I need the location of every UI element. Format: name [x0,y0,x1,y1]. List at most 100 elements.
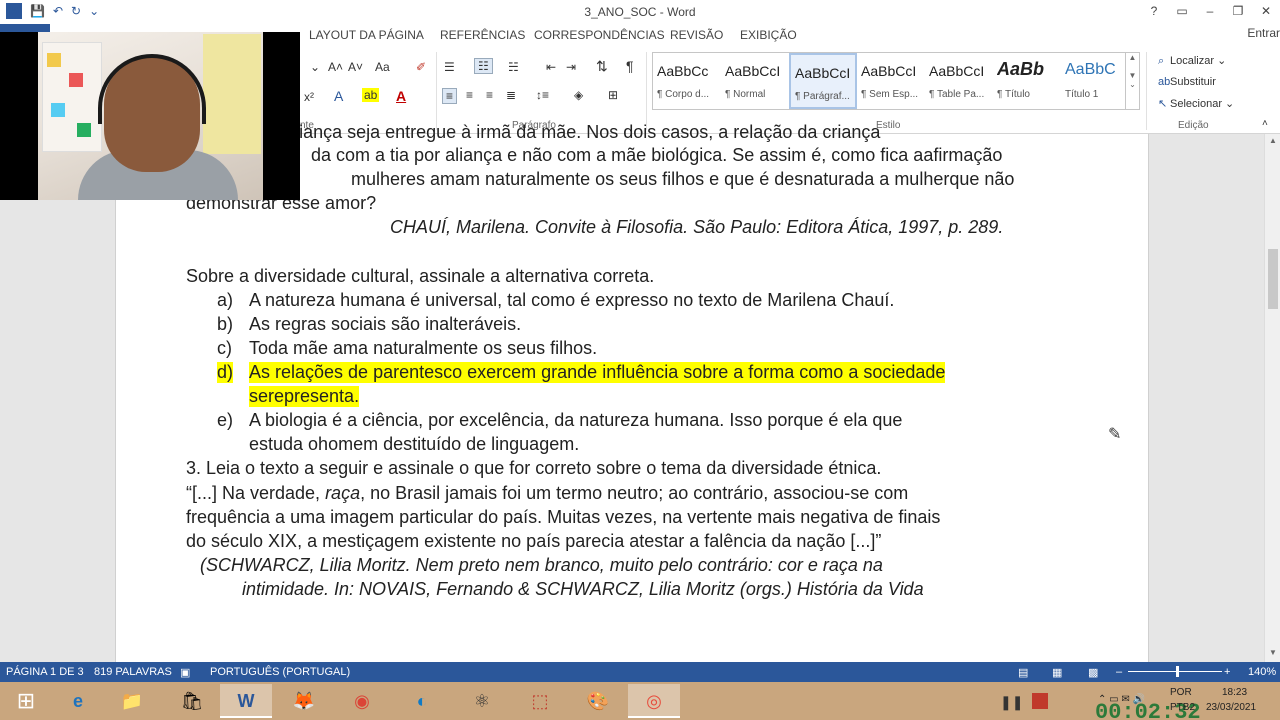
numbering-icon[interactable]: ☷ [474,58,493,74]
web-layout-icon[interactable]: ▩ [1088,666,1098,679]
increase-indent-icon[interactable]: ⇥ [566,60,576,74]
restore-button[interactable]: ❐ [1224,0,1252,22]
read-mode-icon[interactable]: ▤ [1018,666,1028,679]
pause-recording-icon[interactable]: ❚❚ [1000,694,1023,711]
edge-icon[interactable]: ◐ [396,684,448,718]
align-right-icon[interactable]: ≡ [486,88,493,102]
style-heading-1[interactable]: AaBbC Título 1 [1061,53,1129,109]
tab-view[interactable]: EXIBIÇÃO [740,28,797,42]
option-d-line2: serepresenta. [249,386,360,407]
citation: CHAUÍ, Marilena. Convite à Filosofia. Sã… [390,217,1004,237]
replace-button[interactable]: abSubstituir [1158,76,1216,88]
sort-icon[interactable]: ⇅ [596,58,608,75]
shrink-font-button[interactable]: A˅ [348,60,363,74]
recorder-icon[interactable]: ◎ [628,684,680,718]
atom-app-icon[interactable]: ⚛ [456,684,508,718]
shading-icon[interactable]: ◈ [574,88,583,102]
style-table-paragraph[interactable]: AaBbCcI ¶ Table Pa... [925,53,993,109]
borders-icon[interactable]: ⊞ [608,88,618,102]
cursor-icon: ↖ [1158,98,1168,110]
reference-line-2: intimidade. In: NOVAIS, Fernando & SCHWA… [242,579,924,599]
word-taskbar-icon[interactable]: W [220,684,272,718]
style-no-spacing[interactable]: AaBbCcI ¶ Sem Esp... [857,53,925,109]
zoom-slider-thumb[interactable] [1176,666,1179,677]
styles-gallery: AaBbCc ¶ Corpo d... AaBbCcI ¶ Normal AaB… [652,52,1140,110]
line-spacing-icon[interactable]: ↕≡ [536,88,549,102]
quote-line-2: frequência a uma imagem particular do pa… [186,507,941,527]
scroll-thumb[interactable] [1268,249,1278,309]
tab-mailings[interactable]: CORRESPONDÊNCIAS [534,28,665,42]
title-bar: W 💾 ↶ ↻ ⌄ 3_ANO_SOC - Word ? ▭ – ❐ ✕ [0,0,1280,24]
style-body-text[interactable]: AaBbCc ¶ Corpo d... [653,53,721,109]
option-e-line1: A biologia é a ciência, por excelência, … [249,410,903,430]
justify-icon[interactable]: ≣ [506,88,516,102]
question-text: Sobre a diversidade cultural, assinale a… [186,266,655,286]
vertical-scrollbar[interactable]: ▲ ▼ [1264,134,1280,662]
paint-icon[interactable]: 🎨 [572,684,624,718]
file-explorer-icon[interactable]: 📁 [106,684,158,718]
input-language[interactable]: POR [1170,687,1192,698]
help-button[interactable]: ? [1140,0,1168,22]
superscript-button[interactable]: x² [304,90,314,104]
edit-group-label: Edição [1178,120,1209,131]
internet-explorer-icon[interactable]: e [52,684,104,718]
keyboard-layout[interactable]: PTB2 [1170,702,1195,713]
document-page[interactable]: exige que a criança seja entregue à irmã… [115,122,1149,662]
zoom-level[interactable]: 140% [1248,666,1276,678]
styles-scroll[interactable]: ▲ ▼ ⌄ [1125,53,1139,109]
tab-page-layout[interactable]: LAYOUT DA PÁGINA [309,28,424,42]
bullets-icon[interactable]: ☰ [444,60,455,74]
print-layout-icon[interactable]: ▦ [1052,666,1062,679]
close-button[interactable]: ✕ [1252,0,1280,22]
clock-date[interactable]: 23/03/2021 [1206,702,1256,713]
text-effects-button[interactable]: A [334,88,343,104]
font-color-button[interactable]: A [396,88,406,104]
tab-review[interactable]: REVISÃO [670,28,723,42]
firefox-icon[interactable]: 🦊 [278,684,330,718]
scroll-up-icon[interactable]: ▲ [1265,136,1280,145]
stop-recording-icon[interactable] [1032,693,1048,709]
chrome-icon[interactable]: ◉ [336,684,388,718]
start-button[interactable]: ⊞ [0,684,52,718]
zoom-out-button[interactable]: – [1116,666,1122,678]
app-icon[interactable]: ⬚ [514,684,566,718]
status-bar: PÁGINA 1 DE 3 819 PALAVRAS ▣ PORTUGUÊS (… [0,662,1280,682]
tray-icons[interactable]: ⌃ ▭ ✉ 🔊 [1098,694,1145,705]
select-button[interactable]: ↖ Selecionar ⌄ [1158,97,1234,110]
option-letter: e) [217,410,234,430]
style-title[interactable]: AaBb ¶ Título [993,53,1061,109]
find-button[interactable]: ⌕ Localizar ⌄ [1158,54,1226,68]
clear-format-icon[interactable]: ✐ [416,60,426,74]
minimize-button[interactable]: – [1196,0,1224,22]
sign-in-link[interactable]: Entrar [1247,26,1280,40]
change-case-button[interactable]: Aa [375,60,390,74]
doc-line: da com a tia por aliança e não com a mãe… [311,145,1003,165]
ribbon-display-button[interactable]: ▭ [1168,0,1196,22]
word-count[interactable]: 819 PALAVRAS [94,666,172,678]
zoom-in-button[interactable]: + [1224,666,1230,678]
multilevel-list-icon[interactable]: ☵ [508,60,519,74]
font-size-dropdown-icon[interactable]: ⌄ [310,60,320,74]
grow-font-button[interactable]: A˄ [328,60,343,74]
shelf-image [42,42,102,152]
tab-references[interactable]: REFERÊNCIAS [440,28,525,42]
clock-time[interactable]: 18:23 [1222,687,1247,698]
style-list-paragraph[interactable]: AaBbCcI ¶ Parágraf... [789,53,857,109]
reference-line-1: (SCHWARCZ, Lilia Moritz. Nem preto nem b… [200,555,883,575]
style-normal[interactable]: AaBbCcI ¶ Normal [721,53,789,109]
decrease-indent-icon[interactable]: ⇤ [546,60,556,74]
align-left-icon[interactable]: ≡ [442,88,458,104]
language-indicator[interactable]: PORTUGUÊS (PORTUGAL) [210,666,350,678]
page-count[interactable]: PÁGINA 1 DE 3 [6,666,84,678]
show-marks-icon[interactable]: ¶ [626,58,634,74]
option-e-line2: estuda ohomem destituído de linguagem. [249,434,580,454]
scroll-down-icon[interactable]: ▼ [1265,648,1280,657]
proofing-icon[interactable]: ▣ [180,666,190,679]
align-center-icon[interactable]: ≡ [466,88,473,102]
store-icon[interactable]: 🛍 [166,684,218,718]
highlight-color-button[interactable]: ab [362,88,380,102]
zoom-slider[interactable] [1128,671,1222,672]
collapse-ribbon-icon[interactable]: ˄ [1262,118,1268,129]
webcam-video [38,32,263,200]
option-d-line1: As relações de parentesco exercem grande… [249,362,946,383]
